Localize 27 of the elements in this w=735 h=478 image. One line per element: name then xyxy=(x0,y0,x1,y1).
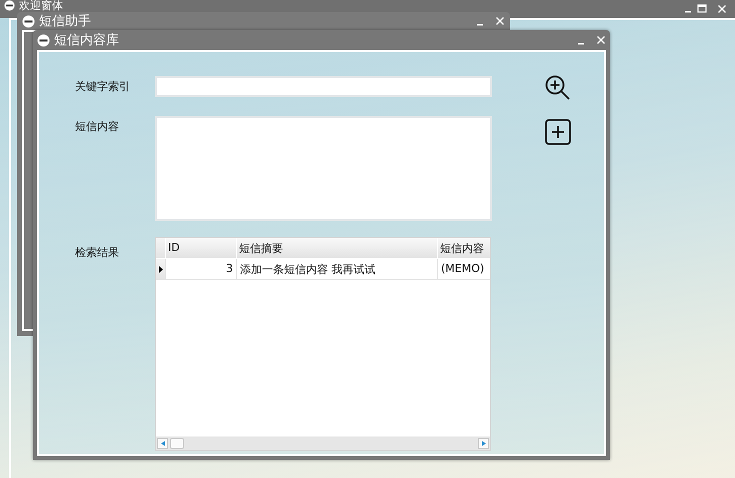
close-icon[interactable] xyxy=(717,4,727,14)
field-label: 短信内容 xyxy=(75,119,120,134)
table-cell: (MEMO) xyxy=(437,259,490,279)
table-cell: 添加一条短信内容 我再试试 xyxy=(236,259,437,279)
keyword-field[interactable] xyxy=(155,76,492,97)
scroll-thumb[interactable] xyxy=(170,438,184,449)
close-icon[interactable] xyxy=(495,16,505,26)
window-title: 短信助手 xyxy=(39,13,91,30)
table-cell: 3 xyxy=(165,259,236,279)
app-icon xyxy=(37,34,50,46)
field-label: 检索结果 xyxy=(75,245,120,260)
window-title: 欢迎窗体 xyxy=(19,0,63,12)
add-icon[interactable] xyxy=(544,118,572,146)
app-icon xyxy=(22,14,35,28)
horizontal-scrollbar[interactable] xyxy=(156,436,490,450)
window-title: 短信内容库 xyxy=(54,32,119,49)
scroll-right-icon[interactable] xyxy=(482,441,486,446)
column-header[interactable]: 短信摘要 xyxy=(236,238,437,258)
app-icon xyxy=(4,0,15,11)
zoom-in-icon[interactable] xyxy=(544,74,572,102)
column-header[interactable]: 短信内容 xyxy=(437,238,490,258)
maximize-icon[interactable] xyxy=(697,4,707,14)
close-icon[interactable] xyxy=(596,35,606,45)
column-header[interactable]: ID xyxy=(165,238,236,258)
field-label: 关键字索引 xyxy=(75,79,131,94)
content-field[interactable] xyxy=(155,116,492,221)
scroll-left-icon[interactable] xyxy=(160,441,164,446)
